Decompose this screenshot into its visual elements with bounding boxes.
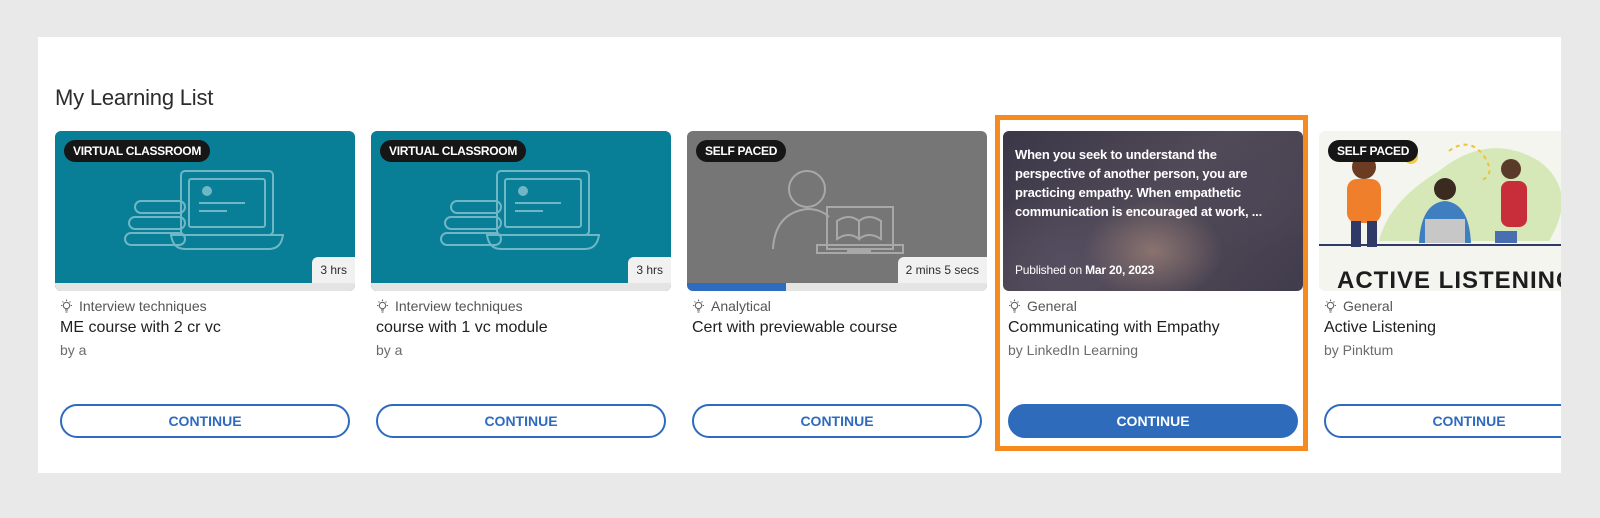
course-thumbnail[interactable]: When you seek to understand the perspect… (1003, 131, 1303, 291)
published-value: Mar 20, 2023 (1085, 263, 1155, 277)
delivery-badge: VIRTUAL CLASSROOM (380, 140, 527, 162)
course-title[interactable]: course with 1 vc module (376, 319, 666, 339)
category-label: General (1343, 298, 1393, 314)
lightbulb-icon (1325, 299, 1336, 313)
course-card[interactable]: VIRTUAL CLASSROOM 3 hrs Interview techni… (371, 131, 671, 451)
course-author: by a (60, 342, 87, 358)
course-thumbnail[interactable]: VIRTUAL CLASSROOM 3 hrs (371, 131, 671, 291)
duration-label: 3 hrs (312, 257, 355, 283)
duration-label: 3 hrs (628, 257, 671, 283)
section-title: My Learning List (55, 85, 214, 110)
lightbulb-icon (61, 299, 72, 313)
continue-button[interactable]: CONTINUE (692, 404, 982, 438)
course-author: by LinkedIn Learning (1008, 342, 1138, 358)
card-meta: Interview techniques course with 1 vc mo… (376, 297, 666, 358)
course-thumbnail[interactable]: SELF PACED 2 mins 5 secs (687, 131, 987, 291)
thumbnail-caption: ACTIVE LISTENING (1337, 267, 1561, 291)
category-label: Interview techniques (395, 298, 523, 314)
continue-button[interactable]: CONTINUE (60, 404, 350, 438)
course-title[interactable]: Communicating with Empathy (1008, 319, 1298, 339)
delivery-badge: SELF PACED (696, 140, 787, 162)
card-carousel: VIRTUAL CLASSROOM 3 hrs Interview techni… (38, 131, 1561, 471)
category-row: General (1008, 297, 1298, 315)
learning-list-panel: My Learning List VIRTUAL CLASSROOM 3 hrs… (38, 37, 1561, 473)
category-label: Interview techniques (79, 298, 207, 314)
course-description: When you seek to understand the perspect… (1015, 147, 1262, 219)
delivery-badge: SELF PACED (1328, 140, 1419, 162)
lightbulb-icon (1009, 299, 1020, 313)
continue-button[interactable]: CONTINUE (1324, 404, 1561, 438)
continue-button[interactable]: CONTINUE (376, 404, 666, 438)
lightbulb-icon (377, 299, 388, 313)
category-label: General (1027, 298, 1077, 314)
published-prefix: Published on (1015, 263, 1082, 277)
course-card[interactable]: VIRTUAL CLASSROOM 3 hrs Interview techni… (55, 131, 355, 451)
course-thumbnail[interactable]: ACTIVE LISTENING SELF PACED (1319, 131, 1561, 291)
course-thumbnail[interactable]: VIRTUAL CLASSROOM 3 hrs (55, 131, 355, 291)
course-title[interactable]: Cert with previewable course (692, 319, 982, 339)
category-row: Analytical (692, 297, 982, 315)
category-row: General (1324, 297, 1561, 315)
card-meta: General Active Listening by Pinktum (1324, 297, 1561, 358)
course-card[interactable]: ACTIVE LISTENING SELF PACED General Acti… (1319, 131, 1561, 451)
delivery-badge: VIRTUAL CLASSROOM (64, 140, 211, 162)
course-title[interactable]: ME course with 2 cr vc (60, 319, 350, 339)
progress-track (55, 283, 355, 291)
continue-button[interactable]: CONTINUE (1008, 404, 1298, 438)
lightbulb-icon (693, 299, 704, 313)
category-row: Interview techniques (60, 297, 350, 315)
course-author: by a (376, 342, 403, 358)
card-meta: Interview techniques ME course with 2 cr… (60, 297, 350, 358)
progress-fill (687, 283, 786, 291)
duration-label: 2 mins 5 secs (897, 257, 987, 283)
category-label: Analytical (711, 298, 771, 314)
course-card[interactable]: SELF PACED 2 mins 5 secs Analytical Cert… (687, 131, 987, 451)
published-date: Published on Mar 20, 2023 (1015, 263, 1154, 277)
progress-track (371, 283, 671, 291)
category-row: Interview techniques (376, 297, 666, 315)
course-title[interactable]: Active Listening (1324, 319, 1561, 339)
card-meta: General Communicating with Empathy by Li… (1008, 297, 1298, 358)
card-meta: Analytical Cert with previewable course (692, 297, 982, 342)
course-author: by Pinktum (1324, 342, 1394, 358)
course-card[interactable]: When you seek to understand the perspect… (1003, 131, 1303, 451)
